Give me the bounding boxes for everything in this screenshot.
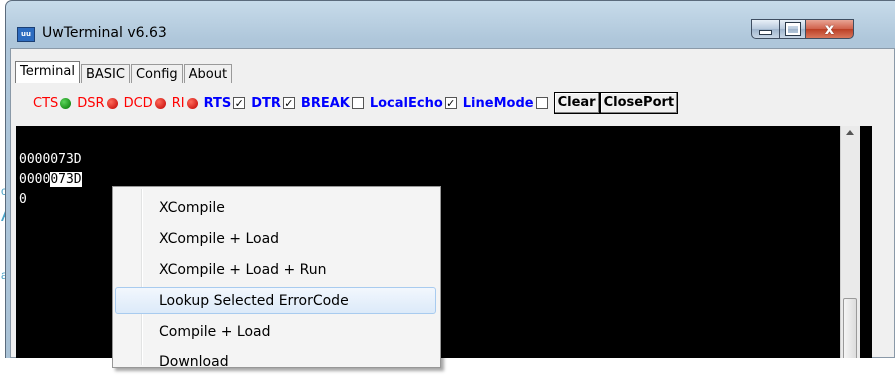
checkbox-box[interactable]: ✓ <box>233 97 246 109</box>
checkbox-box[interactable]: ✓ <box>444 97 457 109</box>
signal-ri: RI <box>172 96 198 111</box>
led-red-icon <box>154 97 166 109</box>
minimize-icon <box>759 30 772 35</box>
scroll-thumb[interactable] <box>843 298 857 358</box>
checkbox-linemode[interactable]: LineMode <box>463 96 548 111</box>
window-title: UwTerminal v6.63 <box>42 25 167 41</box>
checkbox-label: RTS <box>203 95 232 111</box>
app-icon[interactable]: uu <box>17 27 35 42</box>
selected-text[interactable]: 073D <box>50 172 82 187</box>
close-button[interactable]: x <box>805 19 854 39</box>
tab-bar: Terminal BASIC Config About <box>15 61 233 83</box>
menu-item-compile-load[interactable]: Compile + Load <box>115 319 436 346</box>
checkbox-label: LocalEcho <box>369 95 443 111</box>
signal-label: DCD <box>123 95 153 111</box>
checkbox-label: BREAK <box>300 95 350 111</box>
maximize-button[interactable] <box>779 19 806 39</box>
clear-button[interactable]: Clear <box>553 92 600 114</box>
close-icon: x <box>824 20 835 38</box>
checkbox-break[interactable]: BREAK <box>301 96 364 111</box>
signal-dcd: DCD <box>124 96 166 111</box>
led-green-icon <box>60 97 72 109</box>
terminal-line: 0000073D <box>19 172 82 187</box>
tab-about[interactable]: About <box>183 64 233 83</box>
tab-terminal[interactable]: Terminal <box>15 61 80 83</box>
signal-dsr: DSR <box>77 95 118 111</box>
checkbox-box[interactable] <box>351 97 364 109</box>
signal-label: RI <box>171 95 185 111</box>
signal-label: CTS <box>33 95 59 111</box>
menu-item-xcompile-load-run[interactable]: XCompile + Load + Run <box>115 257 436 284</box>
signal-label: DSR <box>77 95 105 111</box>
checkbox-rts[interactable]: RTS ✓ <box>204 96 246 111</box>
scroll-up-arrow-icon[interactable] <box>846 130 854 135</box>
maximize-icon <box>784 22 801 36</box>
checkbox-label: LineMode <box>462 95 534 111</box>
vertical-scrollbar[interactable] <box>840 126 860 358</box>
tab-basic[interactable]: BASIC <box>80 64 130 83</box>
terminal-line: 0000073D <box>19 152 82 167</box>
menu-item-xcompile-load[interactable]: XCompile + Load <box>115 226 436 253</box>
title-bar[interactable]: uu UwTerminal v6.63 x <box>6 1 895 48</box>
checkbox-localecho[interactable]: LocalEcho ✓ <box>370 96 457 111</box>
tab-config[interactable]: Config <box>130 64 183 83</box>
signal-cts: CTS <box>33 95 72 111</box>
closeport-button[interactable]: ClosePort <box>599 92 679 114</box>
checkbox-label: DTR <box>251 95 281 111</box>
checkbox-box[interactable]: ✓ <box>282 97 295 109</box>
terminal-text: 0000 <box>19 172 51 187</box>
menu-item-lookup-errorcode[interactable]: Lookup Selected ErrorCode <box>115 287 436 314</box>
checkbox-box[interactable] <box>535 97 548 109</box>
context-menu: XCompile XCompile + Load XCompile + Load… <box>112 186 441 370</box>
minimize-button[interactable] <box>751 19 780 39</box>
checkbox-dtr[interactable]: DTR ✓ <box>251 96 295 111</box>
terminal-line: 0 <box>19 192 27 207</box>
control-row: CTS DSR DCD RI RTS ✓ DTR ✓ BREAK LocalEc… <box>33 92 679 114</box>
menu-item-download[interactable]: Download <box>115 349 436 376</box>
menu-item-xcompile[interactable]: XCompile <box>115 195 436 222</box>
led-red-icon <box>186 97 198 109</box>
led-red-icon <box>106 97 118 109</box>
